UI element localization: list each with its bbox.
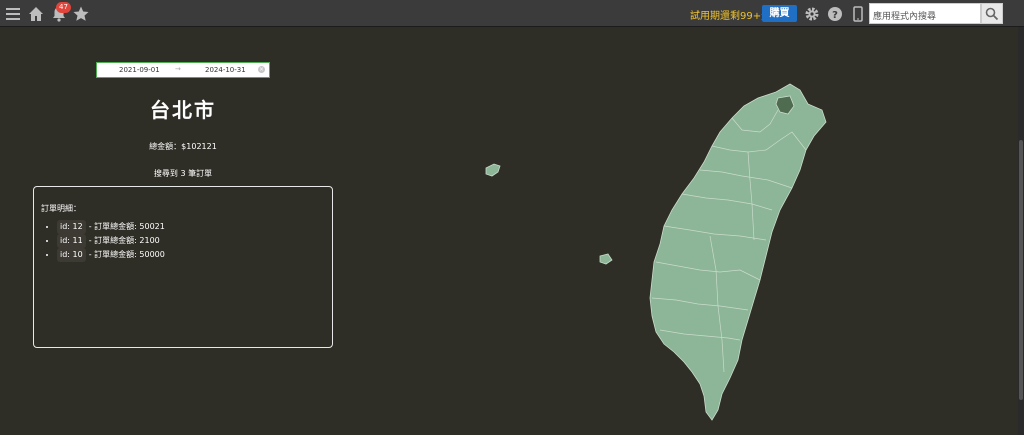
order-total: - 訂單總金額: 50021 <box>88 222 165 231</box>
orders-found-count: 搜尋到 3 筆訂單 <box>153 169 213 178</box>
date-range-picker[interactable]: 2021-09-01 → 2024-10-31 × <box>96 62 270 78</box>
total-amount: 總金額：$102121 <box>149 142 217 151</box>
top-bar: 47 試用期還剩99+天 購買 ? <box>0 0 1024 27</box>
search-box <box>869 3 984 27</box>
order-id[interactable]: id: 11 <box>57 234 86 248</box>
menu-icon[interactable] <box>4 5 22 23</box>
order-item: id: 10- 訂單總金額: 50000 <box>57 248 165 262</box>
taiwan-main-island[interactable] <box>649 83 827 421</box>
search-button[interactable] <box>981 3 1003 24</box>
city-title: 台北市 <box>150 98 216 122</box>
end-date[interactable]: 2024-10-31 <box>205 66 246 74</box>
order-id[interactable]: id: 12 <box>57 220 86 234</box>
order-total: - 訂單總金額: 50000 <box>88 250 165 259</box>
start-date[interactable]: 2021-09-01 <box>119 66 160 74</box>
mobile-icon[interactable] <box>849 5 867 23</box>
order-list: id: 12- 訂單總金額: 50021 id: 11- 訂單總金額: 2100… <box>41 220 165 262</box>
order-item: id: 12- 訂單總金額: 50021 <box>57 220 165 234</box>
gear-icon[interactable] <box>803 5 821 23</box>
trial-remaining-text: 試用期還剩99+天 <box>690 11 772 22</box>
date-separator-arrow: → <box>175 65 181 73</box>
order-total: - 訂單總金額: 2100 <box>88 236 160 245</box>
svg-text:?: ? <box>832 10 838 21</box>
buy-button[interactable]: 購買 <box>762 5 797 22</box>
order-details-panel: 訂單明細： id: 12- 訂單總金額: 50021 id: 11- 訂單總金額… <box>33 186 333 348</box>
taiwan-map <box>485 83 827 421</box>
order-id[interactable]: id: 10 <box>57 248 86 262</box>
search-input[interactable] <box>870 7 984 27</box>
help-icon[interactable]: ? <box>826 5 844 23</box>
search-icon <box>985 7 999 21</box>
notification-badge: 47 <box>56 2 71 13</box>
star-icon[interactable] <box>72 5 90 23</box>
kinmen-island[interactable] <box>485 163 501 177</box>
order-details-title: 訂單明細： <box>41 204 81 213</box>
clear-date-icon[interactable]: × <box>258 66 265 73</box>
scrollbar-thumb[interactable] <box>1019 140 1023 400</box>
penghu-islands[interactable] <box>599 253 613 265</box>
home-icon[interactable] <box>27 5 45 23</box>
order-item: id: 11- 訂單總金額: 2100 <box>57 234 165 248</box>
